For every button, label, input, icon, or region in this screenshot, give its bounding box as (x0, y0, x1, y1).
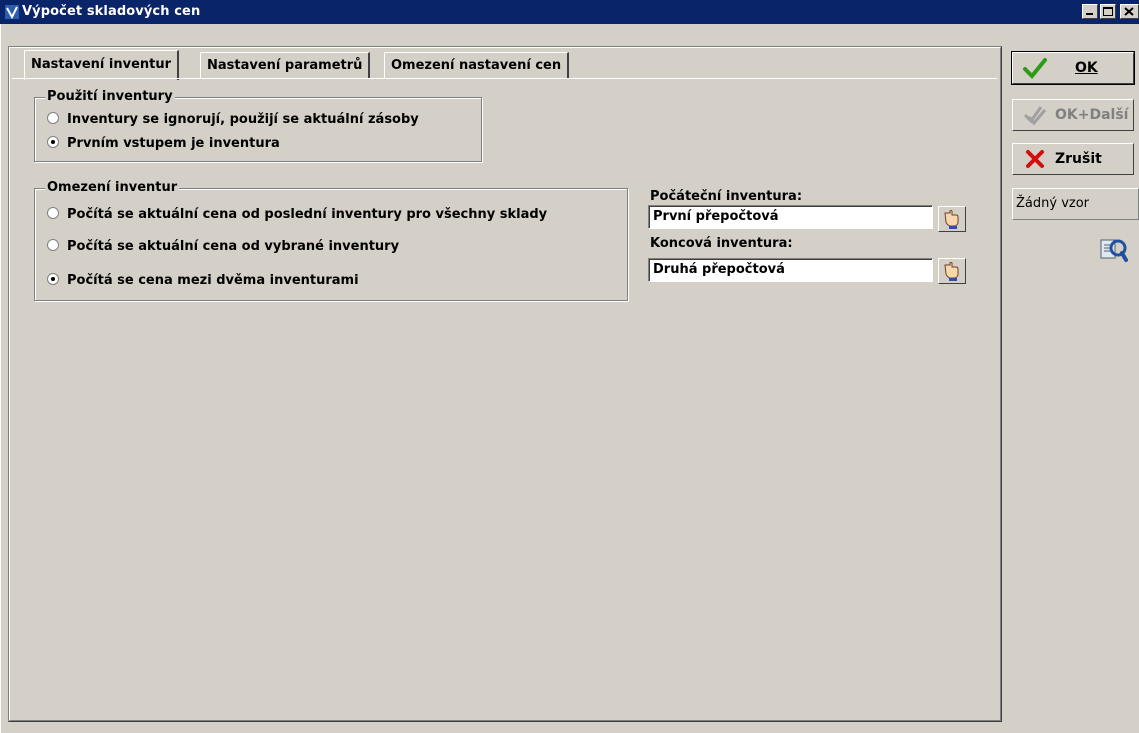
tab-label: Omezení nastavení cen (391, 58, 562, 73)
usage-group-legend: Použití inventury (45, 89, 175, 104)
cancel-x-icon (1026, 150, 1044, 168)
end-inventory-value: Druhá přepočtová (653, 262, 785, 277)
tab-divider (12, 78, 997, 79)
usage-option-label: Prvním vstupem je inventura (67, 136, 280, 151)
close-icon (1124, 7, 1134, 16)
ok-next-label: OK+Další (1055, 107, 1129, 123)
pointing-hand-icon (944, 262, 959, 281)
pointing-hand-icon (944, 210, 959, 229)
cancel-label: Zrušit (1055, 151, 1102, 167)
start-inventory-label: Počáteční inventura: (650, 189, 803, 204)
minimize-icon (1086, 13, 1093, 15)
minimize-button[interactable] (1082, 4, 1098, 19)
double-checkmark-icon (1023, 106, 1047, 126)
end-inventory-field[interactable]: Druhá přepočtová (648, 258, 933, 282)
limit-option-last-inventory[interactable]: Počítá se aktuální cena od poslední inve… (47, 207, 547, 222)
ok-next-button[interactable]: OK+Další (1012, 99, 1134, 131)
tab-label: Nastavení inventur (31, 57, 172, 72)
tab-omezeni-nastaveni-cen[interactable]: Omezení nastavení cen (384, 52, 570, 78)
limit-option-between-inventories[interactable]: Počítá se cena mezi dvěma inventurami (47, 273, 359, 288)
tab-label: Nastavení parametrů (207, 58, 363, 73)
end-inventory-pick-button[interactable] (938, 258, 966, 284)
window-title: Výpočet skladových cen (22, 4, 201, 19)
start-inventory-field[interactable]: První přepočtová (648, 205, 933, 229)
template-value: Žádný vzor (1016, 196, 1090, 211)
usage-option-label: Inventury se ignorují, použijí se aktuál… (67, 112, 419, 127)
cancel-button[interactable]: Zrušit (1012, 143, 1134, 175)
tab-nastaveni-inventur[interactable]: Nastavení inventur (24, 50, 180, 80)
limit-group: Omezení inventur Počítá se aktuální cena… (34, 180, 628, 301)
maximize-icon (1103, 7, 1113, 16)
help-search-icon[interactable] (1098, 236, 1128, 264)
ok-button[interactable]: OK (1012, 52, 1134, 84)
ok-label: OK (1075, 60, 1098, 76)
radio-between-inventories[interactable] (47, 273, 59, 285)
maximize-button[interactable] (1100, 4, 1116, 19)
limit-option-label: Počítá se aktuální cena od poslední inve… (67, 207, 548, 222)
radio-last-inventory[interactable] (47, 207, 59, 219)
usage-option-ignore[interactable]: Inventury se ignorují, použijí se aktuál… (47, 112, 419, 127)
tab-nastaveni-parametru[interactable]: Nastavení parametrů (200, 52, 371, 78)
start-inventory-value: První přepočtová (653, 209, 779, 224)
end-inventory-label: Koncová inventura: (650, 236, 793, 251)
start-inventory-pick-button[interactable] (938, 206, 966, 232)
close-button[interactable] (1120, 4, 1139, 19)
usage-group: Použití inventury Inventury se ignorují,… (34, 89, 482, 162)
limit-group-legend: Omezení inventur (45, 180, 180, 195)
checkmark-icon (1023, 58, 1047, 79)
limit-option-label: Počítá se aktuální cena od vybrané inven… (67, 239, 400, 254)
limit-option-selected-inventory[interactable]: Počítá se aktuální cena od vybrané inven… (47, 239, 399, 254)
app-icon (5, 5, 19, 20)
usage-option-first-input[interactable]: Prvním vstupem je inventura (47, 136, 280, 151)
limit-option-label: Počítá se cena mezi dvěma inventurami (67, 273, 359, 288)
template-selector[interactable]: Žádný vzor (1012, 188, 1139, 220)
radio-first-input[interactable] (47, 136, 59, 148)
radio-ignore[interactable] (47, 112, 59, 124)
title-bar: Výpočet skladových cen (0, 0, 1139, 24)
radio-selected-inventory[interactable] (47, 239, 59, 251)
